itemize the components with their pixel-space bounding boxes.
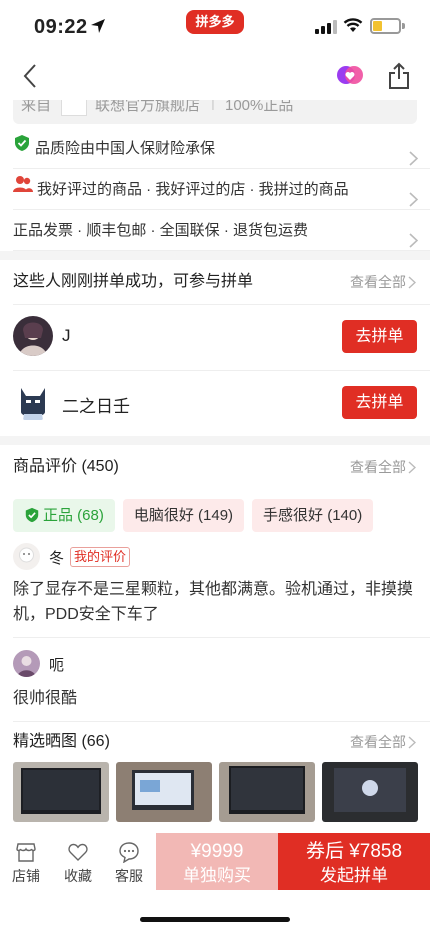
heart-chat-icon[interactable]	[337, 64, 363, 86]
customer-service-tab[interactable]: 客服	[104, 841, 154, 886]
bottom-action-bar: 店铺 收藏 客服 ¥9999 单独购买 券后 ¥7858 发起拼单	[0, 833, 430, 931]
review-photo[interactable]	[13, 762, 109, 822]
see-all-label: 查看全部	[350, 459, 406, 475]
chevron-right-icon	[409, 223, 419, 264]
cellular-signal-icon	[315, 20, 337, 39]
review-divider	[13, 637, 430, 638]
join-group-button[interactable]: 去拼单	[342, 320, 417, 353]
review-username: 呃	[49, 657, 65, 674]
guarantee-row[interactable]: 正品发票 · 顺丰包邮 · 全国联保 · 退货包运费	[13, 210, 430, 251]
group-buy-title: 这些人刚刚拼单成功，可参与拼单	[13, 273, 254, 290]
solo-label: 单独购买	[183, 866, 251, 885]
section-separator	[0, 436, 430, 445]
share-icon[interactable]	[387, 62, 411, 95]
product-detail-content: 来自 联想官方旗舰店 | 100%正品 品质险由中国人保财险承保 我好评过的商品…	[0, 100, 430, 822]
group-price: 券后 ¥7858	[305, 841, 403, 862]
group-member-name: 二之日壬	[62, 397, 130, 416]
group-member-name: J	[62, 326, 71, 345]
shield-check-icon	[13, 127, 31, 168]
review-item[interactable]: 冬 我的评价 除了显存不是三星颗粒，其他都满意。验机通过，非摸摸机，PDD安全下…	[0, 543, 430, 627]
wifi-icon	[343, 17, 363, 38]
group-buy-header: 这些人刚刚拼单成功，可参与拼单 查看全部	[0, 260, 430, 304]
home-indicator	[140, 917, 290, 922]
solo-price: ¥9999	[190, 841, 244, 862]
status-time: 09:22	[34, 16, 88, 38]
review-photo[interactable]	[322, 762, 418, 822]
section-separator	[0, 251, 430, 260]
review-tags: 正品 (68) 电脑很好 (149) 手感很好 (140)	[0, 489, 430, 533]
review-author: 呃	[13, 650, 417, 680]
battery-icon	[370, 18, 401, 34]
app-brand-badge: 拼多多	[186, 10, 244, 34]
users-icon	[13, 168, 33, 209]
review-item[interactable]: 呃 很帅很酷	[0, 650, 430, 711]
group-label: 发起拼单	[320, 866, 388, 885]
shop-name: 联想官方旗舰店	[95, 100, 201, 114]
store-icon	[16, 843, 36, 862]
review-username: 冬	[49, 550, 65, 567]
location-arrow-icon	[90, 18, 106, 39]
reviews-title: 商品评价 (450)	[13, 458, 119, 475]
customer-service-label: 客服	[115, 868, 143, 884]
guarantee-label: 正品发票 · 顺丰包邮 · 全国联保 · 退货包运费	[13, 222, 308, 239]
see-all-label: 查看全部	[350, 274, 406, 290]
favorite-tab-label: 收藏	[64, 868, 92, 884]
shop-tab[interactable]: 店铺	[1, 841, 51, 886]
join-group-button[interactable]: 去拼单	[342, 386, 417, 419]
battery-tip	[402, 23, 405, 29]
insurance-label: 品质险由中国人保财险承保	[35, 140, 216, 157]
my-review-badge: 我的评价	[70, 547, 131, 567]
status-bar: 09:22 拼多多	[0, 0, 430, 52]
nav-bar	[0, 52, 430, 100]
avatar	[13, 543, 40, 570]
see-all-label: 查看全部	[350, 734, 406, 750]
shop-source-strip[interactable]: 来自 联想官方旗舰店 | 100%正品	[13, 100, 417, 124]
review-tag-feel-good[interactable]: 手感很好 (140)	[252, 499, 374, 532]
chat-bubble-icon	[119, 842, 139, 863]
group-buy-item: J 去拼单	[13, 304, 430, 370]
shop-authentic-tag: 100%正品	[225, 100, 294, 114]
avatar	[13, 316, 53, 356]
review-photo[interactable]	[116, 762, 212, 822]
history-row[interactable]: 我好评过的商品 · 我好评过的店 · 我拼过的商品	[13, 169, 430, 210]
insurance-row[interactable]: 品质险由中国人保财险承保	[13, 128, 430, 169]
group-buy-see-all[interactable]: 查看全部	[350, 260, 417, 304]
tag-label: 正品 (68)	[43, 507, 104, 524]
shop-logo	[61, 100, 87, 116]
avatar	[13, 382, 53, 422]
photos-title: 精选晒图 (66)	[13, 733, 110, 750]
shop-strip-divider: |	[211, 100, 215, 111]
reviews-see-all[interactable]: 查看全部	[350, 445, 417, 489]
review-photo[interactable]	[219, 762, 315, 822]
reviews-header: 商品评价 (450) 查看全部	[0, 445, 430, 489]
shop-from-label: 来自	[21, 100, 52, 114]
review-author: 冬 我的评价	[13, 543, 417, 573]
review-tag-computer-good[interactable]: 电脑很好 (149)	[122, 499, 245, 532]
start-group-buy-button[interactable]: 券后 ¥7858 发起拼单	[278, 833, 430, 890]
photo-strip	[13, 762, 418, 822]
review-tag-authentic[interactable]: 正品 (68)	[13, 499, 115, 532]
group-buy-item: 二之日壬 去拼单	[13, 370, 430, 436]
favorite-tab[interactable]: 收藏	[53, 841, 103, 886]
back-arrow-icon[interactable]	[18, 62, 42, 95]
photos-see-all[interactable]: 查看全部	[350, 722, 417, 762]
history-label: 我好评过的商品 · 我好评过的店 · 我拼过的商品	[37, 181, 349, 198]
shop-tab-label: 店铺	[12, 868, 40, 884]
buy-alone-button[interactable]: ¥9999 单独购买	[156, 833, 278, 890]
review-text: 除了显存不是三星颗粒，其他都满意。验机通过，非摸摸机，PDD安全下车了	[13, 581, 414, 623]
review-text: 很帅很酷	[13, 690, 78, 707]
avatar	[13, 650, 40, 677]
photos-header: 精选晒图 (66) 查看全部	[0, 722, 430, 762]
heart-icon	[68, 843, 88, 861]
